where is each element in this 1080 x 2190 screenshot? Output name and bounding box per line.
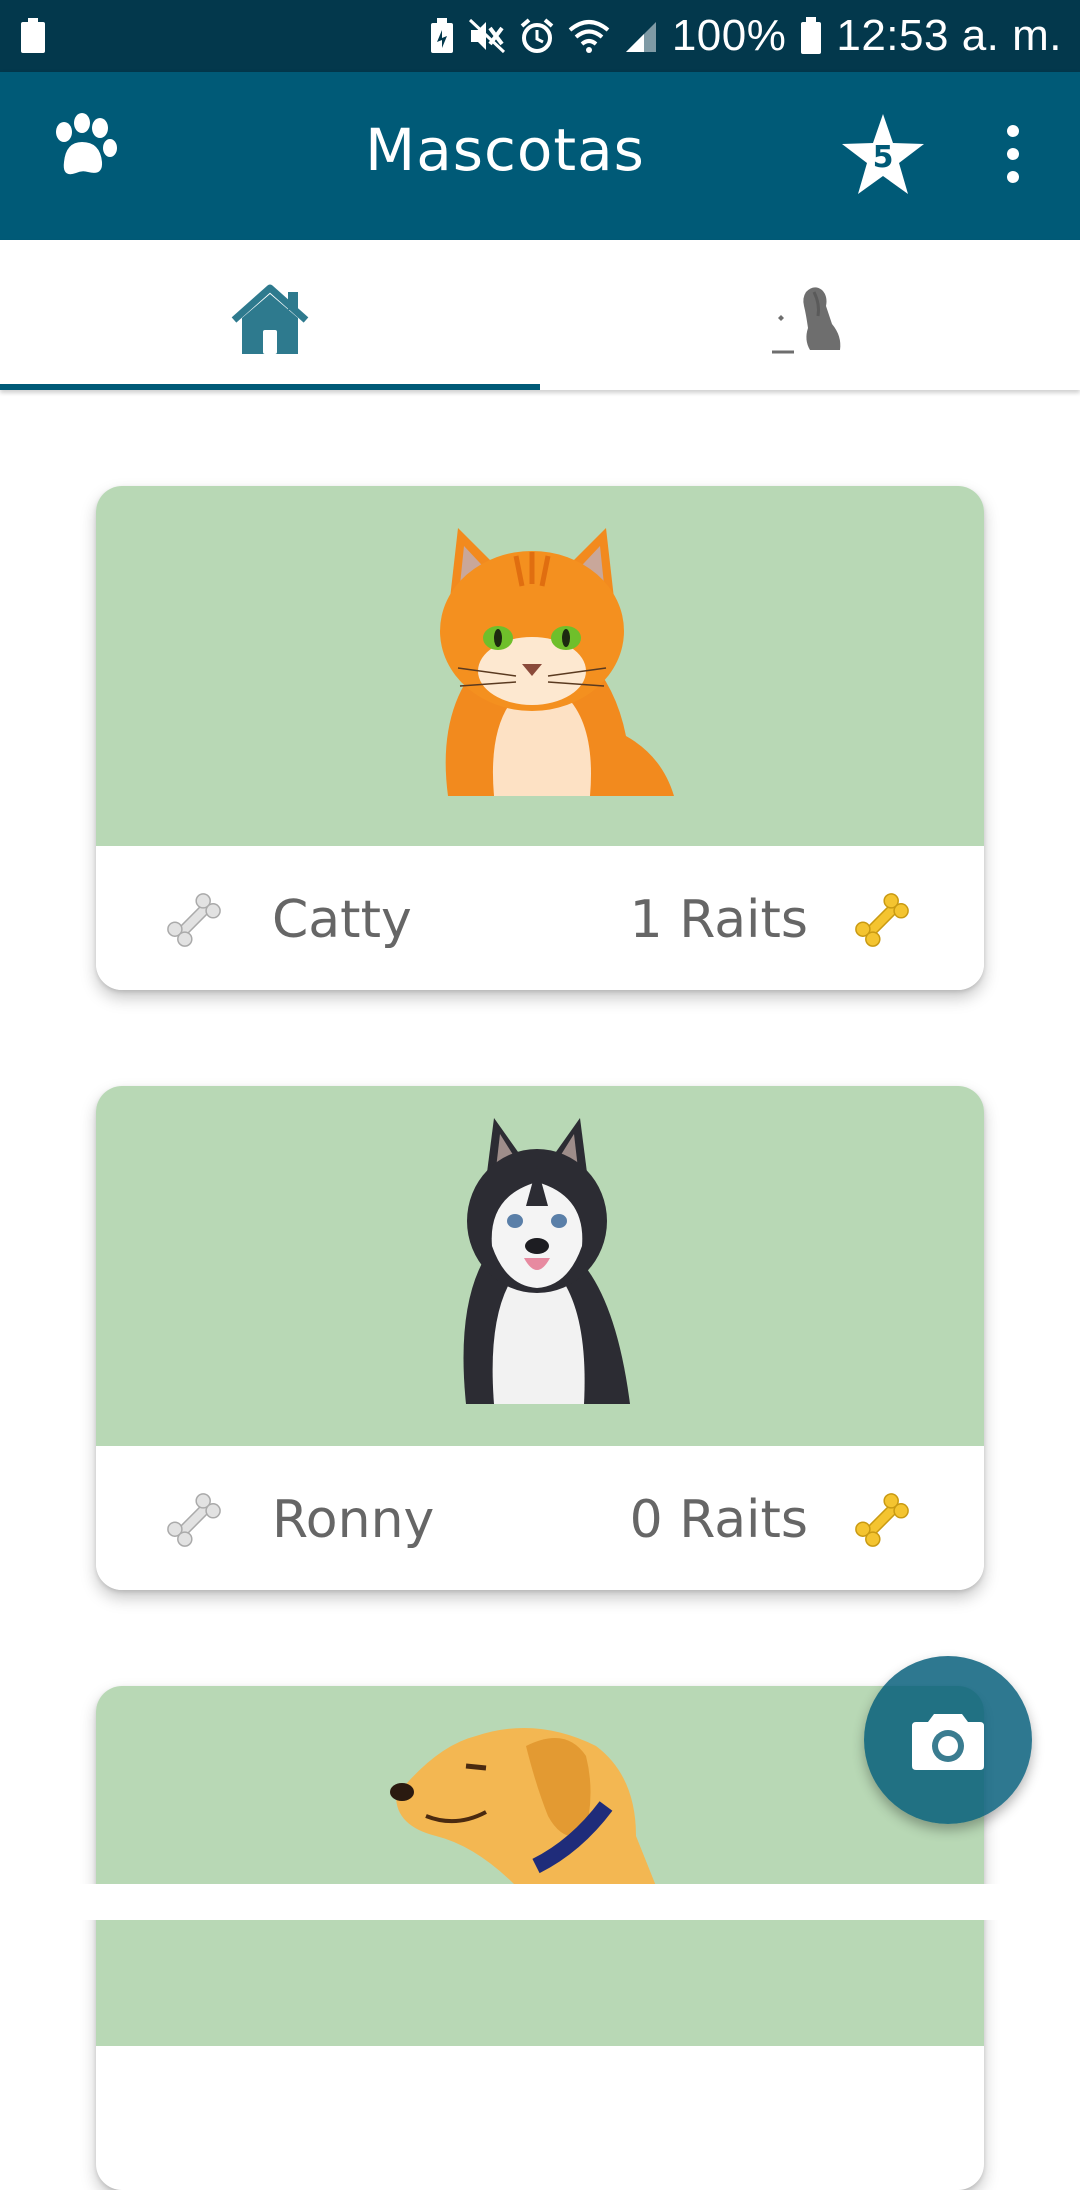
battery-saver-icon <box>430 18 453 53</box>
battery-percent: 100% <box>671 11 787 60</box>
pet-card-footer: Catty 1 Raits <box>96 846 984 990</box>
bottom-edge <box>0 1884 1080 1920</box>
app-bar: Mascotas 5 <box>0 72 1080 240</box>
bone-icon[interactable] <box>162 888 226 952</box>
clock: 12:53 a. m. <box>836 11 1062 60</box>
pet-name: Ronny <box>272 1490 435 1550</box>
more-vertical-icon[interactable] <box>998 124 1028 184</box>
tab-pet-profile[interactable] <box>540 240 1080 390</box>
gold-bone-icon <box>855 893 909 947</box>
pet-name: Catty <box>272 890 412 950</box>
home-icon <box>231 284 309 354</box>
pet-image-dog <box>96 1086 984 1446</box>
camera-button[interactable] <box>864 1656 1032 1824</box>
pet-raits: 1 Raits <box>629 890 808 950</box>
tab-indicator <box>0 384 540 390</box>
wifi-icon <box>568 20 610 53</box>
status-bar: 100% 12:53 a. m. <box>0 0 1080 72</box>
pet-card[interactable]: Ronny 0 Raits <box>96 1086 984 1590</box>
alarm-icon <box>520 18 554 53</box>
camera-icon <box>912 1714 984 1770</box>
pet-card-footer: Ronny 0 Raits <box>96 1446 984 1590</box>
pet-image-dog <box>96 1686 984 2046</box>
battery-badge-icon <box>20 18 46 59</box>
favorites-button[interactable]: 5 <box>840 112 926 198</box>
pet-image-cat <box>96 486 984 846</box>
pet-raits: 0 Raits <box>629 1490 808 1550</box>
pet-card[interactable]: Catty 1 Raits <box>96 486 984 990</box>
favorites-count: 5 <box>872 140 894 175</box>
battery-icon <box>801 17 822 54</box>
dog-profile-icon <box>772 287 841 354</box>
signal-icon <box>625 22 656 52</box>
pet-card[interactable] <box>96 1686 984 2190</box>
tab-bar <box>0 240 1080 390</box>
tab-home[interactable] <box>0 240 540 390</box>
bone-icon[interactable] <box>162 1488 226 1552</box>
mute-icon <box>468 18 505 54</box>
gold-bone-icon <box>855 1493 909 1547</box>
